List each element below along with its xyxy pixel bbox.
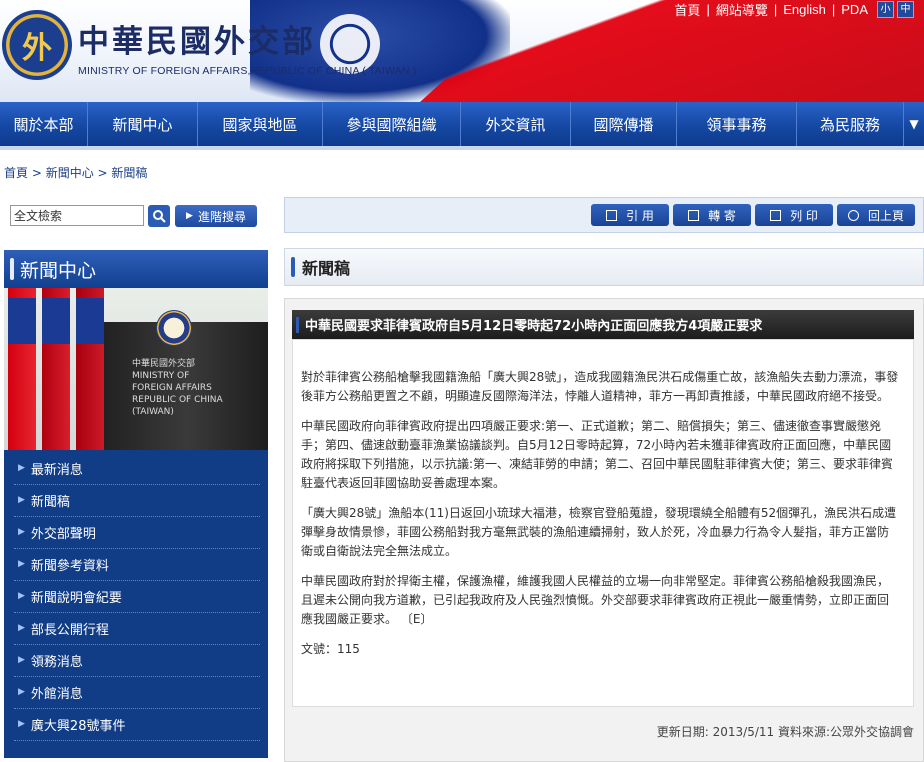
left-menu-item[interactable]: ▶ 外交部聲明: [14, 516, 260, 549]
back-label: 回上頁: [867, 208, 904, 223]
emblem-char: 外: [22, 31, 52, 66]
article-paragraph: 中華民國政府向菲律賓政府提出四項嚴正要求:第一、正式道歉；第二、賠償損失；第三、…: [301, 419, 894, 490]
advanced-search-button[interactable]: ▶ 進階搜尋: [175, 205, 257, 227]
breadcrumb-sep: >: [28, 166, 46, 180]
title-bar-icon: [296, 316, 299, 333]
forward-button[interactable]: 轉 寄: [673, 204, 751, 226]
section-title: 新聞稿: [302, 259, 351, 278]
arrow-right-icon: ▶: [18, 687, 25, 697]
arrow-right-icon: ▶: [18, 559, 25, 569]
left-menu-label: 外館消息: [30, 686, 83, 702]
nav-item-intl-orgs[interactable]: 參與國際組織: [323, 102, 461, 146]
press-room-photo: 中華民國外交部 MINISTRY OF FOREIGN AFFAIRS REPU…: [4, 288, 268, 450]
left-menu-label: 新聞參考資料: [30, 558, 109, 574]
left-panel-heading: 新聞中心: [4, 250, 268, 288]
print-icon: [770, 209, 782, 221]
breadcrumb: 首頁 > 新聞中心 > 新聞稿: [4, 164, 147, 181]
podium-emblem-icon: [156, 310, 192, 346]
advanced-search-label: 進階搜尋: [197, 209, 246, 224]
left-menu-label: 廣大興28號事件: [30, 718, 126, 734]
site-title-en: MINISTRY OF FOREIGN AFFAIRS,REPUBLIC OF …: [78, 65, 417, 77]
arrow-right-icon: ▶: [18, 463, 25, 473]
arrow-right-icon: ▶: [18, 623, 25, 633]
arrow-right-icon: ▶: [18, 719, 25, 729]
arrow-right-icon: ▶: [18, 591, 25, 601]
left-heading-text: 新聞中心: [20, 259, 97, 282]
top-link-sitemap[interactable]: 網站導覽: [710, 0, 774, 19]
left-menu-item[interactable]: ▶ 新聞說明會紀要: [14, 580, 260, 613]
breadcrumb-section[interactable]: 新聞中心: [46, 166, 94, 180]
left-menu-item[interactable]: ▶ 最新消息: [14, 452, 260, 485]
heading-bar-icon: [291, 257, 295, 277]
edit-icon: [606, 209, 618, 221]
nav-item-diplomacy-info[interactable]: 外交資訊: [461, 102, 571, 146]
arrow-right-icon: ▶: [186, 211, 193, 221]
cite-label: 引 用: [626, 208, 654, 223]
search-button[interactable]: [148, 205, 170, 227]
nav-item-consular[interactable]: 領事事務: [677, 102, 797, 146]
nav-item-countries[interactable]: 國家與地區: [198, 102, 323, 146]
article-paragraph: 「廣大興28號」漁船本(11)日返回小琉球大福港，檢察官登船蒐證，發現環繞全船體…: [301, 506, 897, 558]
left-menu-label: 領務消息: [30, 654, 83, 670]
nav-item-intl-comm[interactable]: 國際傳播: [571, 102, 677, 146]
arrow-right-icon: ▶: [18, 495, 25, 505]
article-toolbar: 引 用 轉 寄 列 印 回上頁: [284, 197, 924, 233]
left-menu-item[interactable]: ▶ 領務消息: [14, 644, 260, 677]
left-menu-item[interactable]: ▶ 新聞稿: [14, 484, 260, 517]
top-links: 首頁 | 網站導覽 | English | PDA 小 中: [668, 0, 914, 18]
site-title-cn[interactable]: 中華民國外交部: [78, 16, 316, 61]
breadcrumb-sep: >: [93, 166, 112, 180]
left-menu: ▶ 最新消息 ▶ 新聞稿 ▶ 外交部聲明 ▶ 新聞參考資料 ▶ 新聞說明會紀要 ▶ 部長公開…: [4, 450, 268, 758]
top-link-pda[interactable]: PDA: [835, 2, 874, 17]
site-header: 外 中華民國外交部 MINISTRY OF FOREIGN AFFAIRS,RE…: [0, 0, 924, 102]
document-number: 文號：115: [301, 642, 360, 656]
chevron-down-icon[interactable]: ▼: [904, 102, 924, 146]
back-icon: [847, 209, 859, 221]
forward-label: 轉 寄: [708, 208, 736, 223]
back-button[interactable]: 回上頁: [837, 204, 915, 226]
top-link-english[interactable]: English: [777, 2, 832, 17]
article-body: 對於菲律賓公務船槍擊我國籍漁船「廣大興28號」，造成我國籍漁民洪石成傷重亡故，該…: [292, 339, 914, 707]
ministry-emblem-logo[interactable]: 外: [2, 10, 72, 80]
section-heading: 新聞稿: [284, 248, 924, 286]
left-menu-label: 最新消息: [30, 462, 83, 478]
left-menu-item[interactable]: ▶ 部長公開行程: [14, 612, 260, 645]
flag-canton: [76, 298, 104, 344]
breadcrumb-current[interactable]: 新聞稿: [111, 166, 147, 180]
font-size-small-button[interactable]: 小: [877, 0, 894, 18]
mail-icon: [688, 209, 700, 221]
flag-canton: [42, 298, 70, 344]
left-menu-label: 外交部聲明: [30, 526, 96, 542]
left-menu-label: 新聞說明會紀要: [30, 590, 122, 606]
podium-text: 中華民國外交部 MINISTRY OF FOREIGN AFFAIRS REPU…: [132, 359, 223, 417]
arrow-right-icon: ▶: [18, 655, 25, 665]
article-title-text: 中華民國要求菲律賓政府自5月12日零時起72小時內正面回應我方4項嚴正要求: [305, 319, 763, 334]
search-input[interactable]: [10, 205, 144, 226]
flag-canton: [8, 298, 36, 344]
print-button[interactable]: 列 印: [755, 204, 833, 226]
arrow-right-icon: ▶: [18, 527, 25, 537]
heading-bar-icon: [10, 258, 14, 280]
main-nav: 關於本部 新聞中心 國家與地區 參與國際組織 外交資訊 國際傳播 領事事務 為民…: [0, 102, 924, 150]
font-size-mid-button[interactable]: 中: [897, 0, 914, 18]
left-menu-item[interactable]: ▶ 新聞參考資料: [14, 548, 260, 581]
left-menu-item[interactable]: ▶ 外館消息: [14, 676, 260, 709]
article-title: 中華民國要求菲律賓政府自5月12日零時起72小時內正面回應我方4項嚴正要求: [292, 310, 914, 339]
print-label: 列 印: [790, 208, 818, 223]
search-icon: [153, 210, 166, 223]
nav-item-public-service[interactable]: 為民服務: [797, 102, 904, 146]
update-info: 更新日期: 2013/5/11 資料來源:公眾外交協調會: [656, 725, 914, 739]
left-menu-label: 部長公開行程: [30, 622, 109, 638]
nav-item-about[interactable]: 關於本部: [0, 102, 88, 146]
nav-item-news[interactable]: 新聞中心: [88, 102, 198, 146]
breadcrumb-home[interactable]: 首頁: [4, 166, 28, 180]
article-paragraph: 中華民國政府對於捍衛主權，保護漁權，維護我國人民權益的立場一向非常堅定。菲律賓公…: [301, 574, 890, 626]
article-paragraph: 對於菲律賓公務船槍擊我國籍漁船「廣大興28號」，造成我國籍漁民洪石成傷重亡故，該…: [301, 370, 899, 403]
top-link-home[interactable]: 首頁: [668, 0, 706, 19]
left-menu-item[interactable]: ▶ 廣大興28號事件: [14, 708, 260, 741]
left-menu-label: 新聞稿: [30, 494, 70, 510]
cite-button[interactable]: 引 用: [591, 204, 669, 226]
